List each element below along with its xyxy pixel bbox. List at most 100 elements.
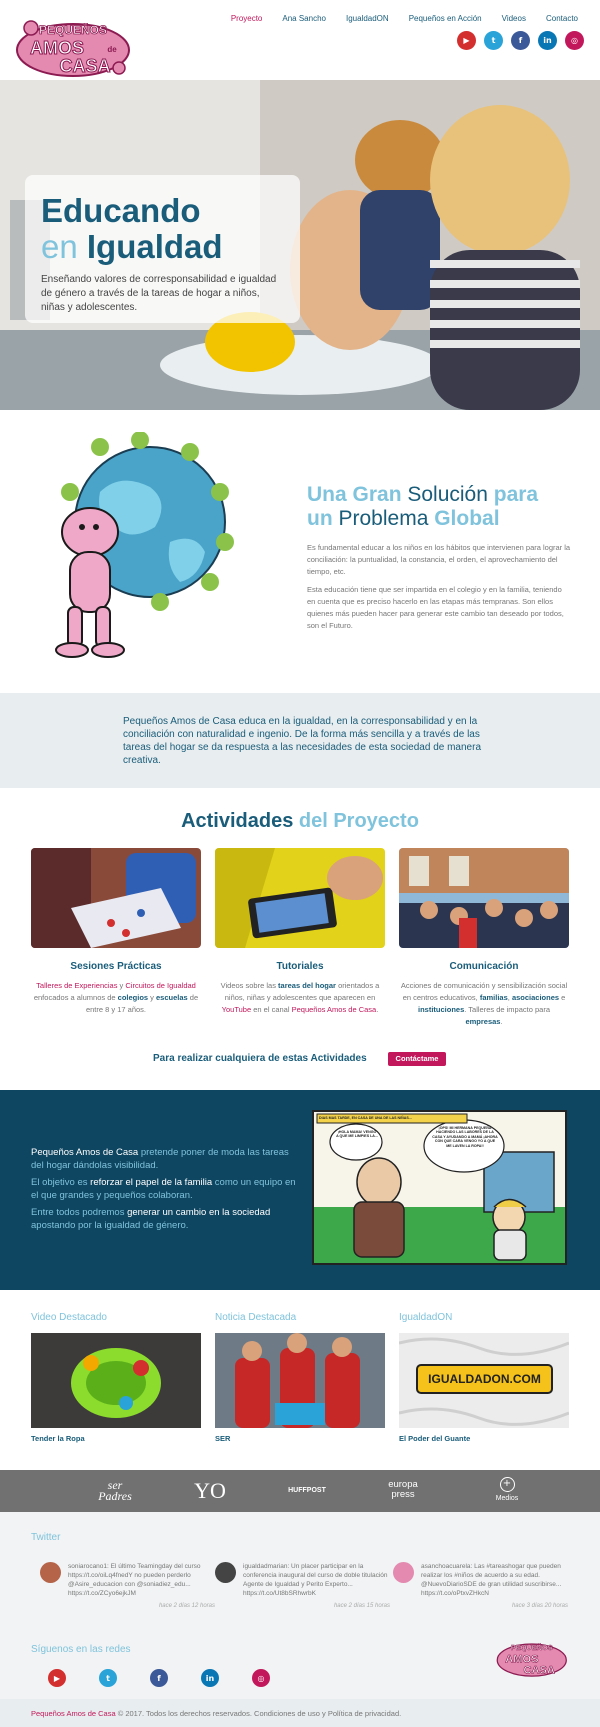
text-segment: instituciones xyxy=(417,1005,465,1014)
solution-title-part: Una Gran xyxy=(307,483,408,506)
hero-card: Educando en Igualdad Enseñando valores d… xyxy=(25,175,300,323)
logo-graphic: PEQUEÑOS AMOS CASA de xyxy=(16,20,130,77)
featured-news-thumbnail[interactable] xyxy=(215,1333,385,1428)
avatar[interactable] xyxy=(40,1562,61,1583)
tweet: soniarocano1: El último Teamingday del c… xyxy=(40,1562,215,1609)
globe-mascot-illustration xyxy=(55,432,234,658)
tweet-time[interactable]: hace 2 días 12 horas xyxy=(40,1603,215,1609)
igualdadon-banner: IGUALDADON.COM xyxy=(428,1372,541,1386)
footer-brand-link[interactable]: Pequeños Amos de Casa xyxy=(31,1709,116,1718)
media-logo-ser-padres[interactable]: ser Padres xyxy=(93,1479,137,1502)
activity-image-sesiones[interactable] xyxy=(31,848,201,948)
svg-text:PEQUEÑOS: PEQUEÑOS xyxy=(39,22,107,37)
twitter-icon[interactable]: t xyxy=(484,31,503,50)
avatar[interactable] xyxy=(393,1562,414,1583)
youtube-icon[interactable]: ▶ xyxy=(48,1669,66,1687)
site-footer: Pequeños Amos de Casa © 2017. Todos los … xyxy=(0,1699,600,1727)
avatar[interactable] xyxy=(215,1562,236,1583)
text-segment: Videos sobre las xyxy=(220,981,279,990)
mission-paragraph-1: Pequeños Amos de Casa pretende poner de … xyxy=(31,1146,296,1172)
activity-image-comunicacion[interactable] xyxy=(399,848,569,948)
activity-description: Videos sobre las tareas del hogar orient… xyxy=(215,980,385,1016)
text-segment: e xyxy=(559,993,566,1002)
tweet-text: asanchoacuarela: Las #tareashogar que pu… xyxy=(421,1563,562,1597)
activity-card: Sesiones Prácticas Talleres de Experienc… xyxy=(31,848,201,1016)
nav-igualdadon[interactable]: IgualdadON xyxy=(346,14,389,23)
activity-image-tutoriales[interactable] xyxy=(215,848,385,948)
linkedin-icon[interactable]: in xyxy=(538,31,557,50)
youtube-icon[interactable]: ▶ xyxy=(457,31,476,50)
featured-igualdadon: IgualdadON IGUALDADON.COM El Poder del G… xyxy=(399,1312,569,1443)
header-social-links: ▶ t f in ◎ xyxy=(457,31,584,50)
text-segment: Circuitos de Igualdad xyxy=(125,981,196,990)
text-segment: apostando por la igualdad de género. xyxy=(31,1220,189,1231)
contact-button[interactable]: Contáctame xyxy=(388,1052,446,1066)
featured-video: Video Destacado Tender la Ropa xyxy=(31,1312,201,1443)
featured-photo xyxy=(215,1333,385,1428)
text-segment: y xyxy=(148,993,157,1002)
text-segment: El objetivo es xyxy=(31,1177,91,1188)
nav-proyecto[interactable]: Proyecto xyxy=(231,14,263,23)
featured-news: Noticia Destacada SER xyxy=(215,1312,385,1443)
tweet-time[interactable]: hace 2 días 15 horas xyxy=(215,1603,390,1609)
logo-graphic: PEQUEÑOS AMOS CASA xyxy=(496,1643,567,1677)
nav-ana-sancho[interactable]: Ana Sancho xyxy=(282,14,326,23)
solution-title-part: un xyxy=(307,507,339,530)
activity-name: Comunicación xyxy=(449,961,519,972)
featured-caption[interactable]: Tender la Ropa xyxy=(31,1434,201,1443)
main-nav: Proyecto Ana Sancho IgualdadON Pequeños … xyxy=(231,14,578,23)
page: PEQUEÑOS AMOS CASA de Proyecto Ana Sanch… xyxy=(0,0,600,1727)
featured-igualdadon-thumbnail[interactable]: IGUALDADON.COM xyxy=(399,1333,569,1428)
activities-title-light: del Proyecto xyxy=(293,810,419,832)
text-segment: . Talleres de impacto para xyxy=(464,1005,550,1014)
media-logo-huffpost[interactable]: HUFFPOST xyxy=(282,1487,332,1494)
hero-title-line1: Educando xyxy=(41,192,201,229)
text-segment: tareas del hogar xyxy=(278,981,336,990)
activity-photo xyxy=(31,848,201,948)
tweet-time[interactable]: hace 3 días 20 horas xyxy=(393,1603,568,1609)
footer-logo[interactable]: PEQUEÑOS AMOS CASA xyxy=(496,1632,570,1682)
twitter-heading: Twitter xyxy=(31,1532,61,1543)
copyright: Pequeños Amos de Casa © 2017. Todos los … xyxy=(31,1709,401,1718)
svg-text:CASA: CASA xyxy=(523,1665,554,1677)
media-more[interactable]: + Medios xyxy=(490,1477,524,1502)
text-segment: . xyxy=(500,1017,503,1026)
featured-caption[interactable]: SER xyxy=(215,1434,385,1443)
media-logo-yo[interactable]: YO xyxy=(190,1478,230,1504)
facebook-icon[interactable]: f xyxy=(511,31,530,50)
activity-card: Comunicación Acciones de comunicación y … xyxy=(399,848,569,1028)
text-segment: familias xyxy=(479,993,508,1002)
text-segment: empresas xyxy=(465,1017,501,1026)
text-segment: en el canal xyxy=(251,1005,292,1014)
text-segment: generar un cambio en la sociedad xyxy=(127,1207,271,1218)
tweet: asanchoacuarela: Las #tareashogar que pu… xyxy=(393,1562,568,1609)
tweet-text: soniarocano1: El último Teamingday del c… xyxy=(68,1563,201,1597)
solution-title-part: Global xyxy=(428,507,500,530)
featured-video-thumbnail[interactable] xyxy=(31,1333,201,1428)
twitter-icon[interactable]: t xyxy=(99,1669,117,1687)
instagram-icon[interactable]: ◎ xyxy=(252,1669,270,1687)
instagram-icon[interactable]: ◎ xyxy=(565,31,584,50)
facebook-icon[interactable]: f xyxy=(150,1669,168,1687)
media-logo-europa-press[interactable]: europa press xyxy=(383,1480,423,1500)
featured-caption[interactable]: El Poder del Guante xyxy=(399,1434,569,1443)
mission-quote-band: Pequeños Amos de Casa educa en la iguald… xyxy=(0,693,600,788)
activity-name: Sesiones Prácticas xyxy=(70,961,162,972)
text-segment: colegios xyxy=(117,993,149,1002)
solution-title-bold: Problema xyxy=(338,507,429,530)
site-logo[interactable]: PEQUEÑOS AMOS CASA de xyxy=(15,10,135,80)
tweet: igualdadmarian: Un placer participar en … xyxy=(215,1562,390,1609)
svg-text:AMOS: AMOS xyxy=(30,38,84,58)
nav-contacto[interactable]: Contacto xyxy=(546,14,578,23)
nav-pequenos-en-accion[interactable]: Pequeños en Acción xyxy=(409,14,482,23)
hero-title: Educando en Igualdad xyxy=(41,193,284,265)
activities-cta-text: Para realizar cualquiera de estas Activi… xyxy=(153,1053,367,1064)
nav-videos[interactable]: Videos xyxy=(502,14,526,23)
hero-title-en: en xyxy=(41,228,78,265)
mission-paragraph-2: El objetivo es reforzar el papel de la f… xyxy=(31,1176,296,1202)
mission-quote: Pequeños Amos de Casa educa en la iguald… xyxy=(123,716,482,766)
media-more-label: Medios xyxy=(495,1495,519,1502)
media-bar: ser Padres YO HUFFPOST europa press + Me… xyxy=(0,1470,600,1512)
solution-paragraph-1: Es fundamental educar a los niños en los… xyxy=(307,543,571,576)
linkedin-icon[interactable]: in xyxy=(201,1669,219,1687)
